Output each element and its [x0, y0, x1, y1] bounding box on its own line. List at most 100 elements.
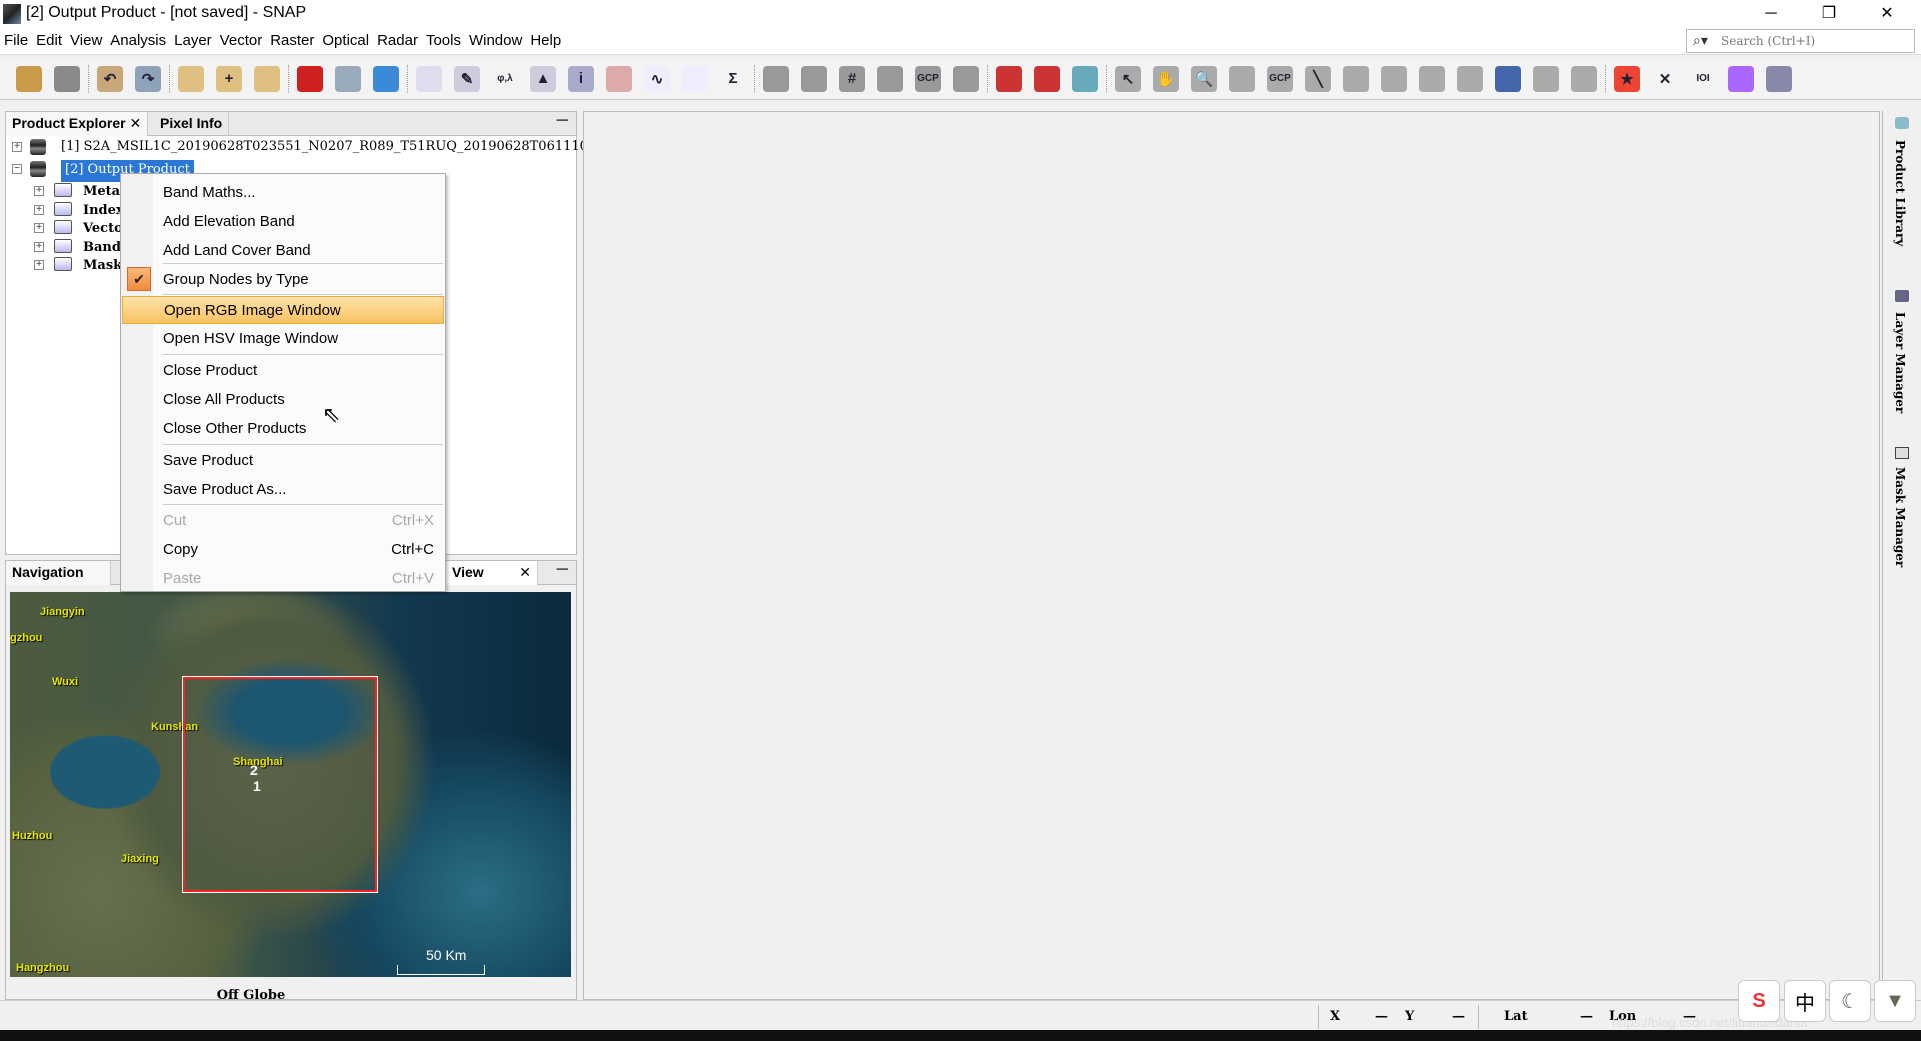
scatter-plot-icon[interactable] [682, 65, 708, 92]
open-product-icon[interactable] [16, 65, 42, 92]
expand-icon[interactable]: + [34, 204, 44, 215]
search-input[interactable]: Search (Ctrl+I) ⌕▾ [1686, 29, 1915, 53]
binary-icon[interactable]: IOI [1690, 65, 1716, 92]
menu-layer[interactable]: Layer [170, 28, 216, 49]
ellipse-tool-icon[interactable] [1457, 65, 1483, 92]
menu-view[interactable]: View [66, 28, 106, 49]
side-tab-mask-manager[interactable]: Mask Manager [1893, 467, 1907, 567]
import-icon[interactable] [178, 65, 204, 92]
brush-icon[interactable] [1571, 65, 1597, 92]
side-tab-product-library[interactable]: Product Library [1893, 140, 1907, 246]
batch-processing-icon[interactable] [1034, 65, 1060, 92]
menu-item-group-nodes-by-type[interactable]: Group Nodes by Type ✔ [122, 266, 444, 294]
close-tab-icon[interactable]: ✕ [519, 564, 531, 581]
minimize-panel-button[interactable]: ─ [557, 112, 568, 130]
graph-builder-icon[interactable] [996, 65, 1022, 92]
polyline-tool-icon[interactable] [1343, 65, 1369, 92]
menu-item-copy[interactable]: Copy Ctrl+C [122, 536, 444, 564]
profile-icon[interactable] [606, 65, 632, 92]
menu-item-save-product[interactable]: Save Product [122, 447, 444, 475]
tab-view[interactable]: View ✕ [446, 561, 538, 585]
world-map-view[interactable]: Jiangyin gzhou Wuxi Kunshan Shanghai Huz… [10, 592, 571, 977]
histogram-icon[interactable]: ▲ [530, 65, 556, 92]
side-tab-layer-manager[interactable]: Layer Manager [1893, 312, 1907, 413]
menu-vector[interactable]: Vector [216, 28, 267, 49]
information-icon[interactable]: i [568, 65, 594, 92]
pan-tool-icon[interactable]: ✋ [1153, 65, 1179, 92]
menu-item-open-rgb-image-window[interactable]: Open RGB Image Window [122, 296, 444, 324]
menu-item-close-other-products[interactable]: Close Other Products [122, 415, 444, 443]
menu-item-paste[interactable]: Paste Ctrl+V [122, 565, 444, 591]
export-icon[interactable] [254, 65, 280, 92]
collapse-icon[interactable]: − [12, 164, 22, 174]
edit-icon[interactable]: ✎ [454, 65, 480, 92]
xy-icon[interactable]: ✕ [1652, 65, 1678, 92]
expand-icon[interactable]: + [34, 260, 44, 270]
zoom-tool-icon[interactable]: 🔍 [1191, 65, 1217, 92]
redo-icon[interactable]: ↷ [135, 65, 161, 92]
close-button[interactable]: ✕ [1864, 2, 1910, 26]
tree-node-index[interactable]: Index [83, 203, 124, 223]
rectangle-tool-icon[interactable] [1381, 65, 1407, 92]
polygon-tool-icon[interactable] [1419, 65, 1445, 92]
expand-icon[interactable]: + [12, 142, 22, 152]
menu-item-save-product-as[interactable]: Save Product As... [122, 476, 444, 504]
line-plot-icon[interactable]: ∿ [644, 65, 670, 92]
menu-item-close-product[interactable]: Close Product [122, 357, 444, 385]
pin-manager-icon[interactable] [801, 65, 827, 92]
statistics-icon[interactable]: Σ [720, 65, 746, 92]
select-tool-icon[interactable]: ↖ [1115, 65, 1141, 92]
menu-item-open-hsv-image-window[interactable]: Open HSV Image Window [122, 325, 444, 353]
menu-edit[interactable]: Edit [32, 28, 66, 49]
expand-icon[interactable]: + [34, 241, 44, 252]
menu-radar[interactable]: Radar [373, 28, 422, 49]
menu-optical[interactable]: Optical [318, 28, 373, 49]
tile-icon[interactable] [1072, 65, 1098, 92]
menu-window[interactable]: Window [465, 28, 526, 49]
close-tab-icon[interactable]: ✕ [129, 115, 141, 131]
menu-item-add-elevation-band[interactable]: Add Elevation Band [122, 208, 444, 236]
minimize-button[interactable]: ─ [1748, 2, 1794, 26]
expand-icon[interactable]: + [34, 223, 44, 233]
pin-placing-icon[interactable] [877, 65, 903, 92]
undo-icon[interactable]: ↶ [97, 65, 123, 92]
windows-icon[interactable] [335, 65, 361, 92]
menu-raster[interactable]: Raster [266, 28, 318, 49]
wave-icon[interactable] [373, 65, 399, 92]
rgb-icon[interactable] [297, 65, 323, 92]
menu-item-add-land-cover-band[interactable]: Add Land Cover Band [122, 237, 444, 265]
gcp-icon[interactable]: GCP [915, 65, 941, 92]
spectrum-icon[interactable] [416, 65, 442, 92]
geo-coding-icon[interactable]: φ,λ [492, 65, 518, 92]
save-icon[interactable] [54, 65, 80, 92]
ime-mode-button[interactable]: 中 [1784, 980, 1826, 1022]
moon-icon[interactable]: ☾ [1829, 980, 1871, 1022]
pin-icon[interactable] [763, 65, 789, 92]
menu-item-cut[interactable]: Cut Ctrl+X [122, 507, 444, 535]
sogou-ime-icon[interactable]: S [1738, 980, 1780, 1022]
shirt-icon[interactable]: ▼ [1874, 980, 1916, 1022]
star-icon[interactable]: ★ [1614, 65, 1640, 92]
minimize-panel-button[interactable]: ─ [557, 561, 568, 579]
world-map-icon[interactable] [953, 65, 979, 92]
add-icon[interactable]: + [216, 65, 242, 92]
gcp-tool-icon[interactable]: GCP [1267, 65, 1293, 92]
graticule-icon[interactable]: # [839, 65, 865, 92]
range-finder-icon[interactable] [1533, 65, 1559, 92]
menu-help[interactable]: Help [526, 28, 565, 49]
tab-navigation[interactable]: Navigation [6, 561, 111, 585]
menu-item-band-maths[interactable]: Band Maths... [122, 179, 444, 207]
magic-wand-icon[interactable] [1495, 65, 1521, 92]
menu-tools[interactable]: Tools [422, 28, 465, 49]
globe-icon[interactable] [1766, 65, 1792, 92]
pin-tool-icon[interactable] [1229, 65, 1255, 92]
tab-product-explorer[interactable]: Product Explorer ✕ [6, 112, 149, 136]
expand-icon[interactable]: + [34, 186, 44, 196]
purple-shape-icon[interactable] [1728, 65, 1754, 92]
product-node-1[interactable]: [1] S2A_MSIL1C_20190628T023551_N0207_R08… [61, 139, 588, 159]
menu-item-close-all-products[interactable]: Close All Products [122, 386, 444, 414]
line-tool-icon[interactable]: ╲ [1305, 65, 1331, 92]
restore-button[interactable]: ❐ [1806, 2, 1852, 26]
menu-file[interactable]: File [0, 28, 32, 49]
tab-pixel-info[interactable]: Pixel Info [154, 112, 230, 136]
